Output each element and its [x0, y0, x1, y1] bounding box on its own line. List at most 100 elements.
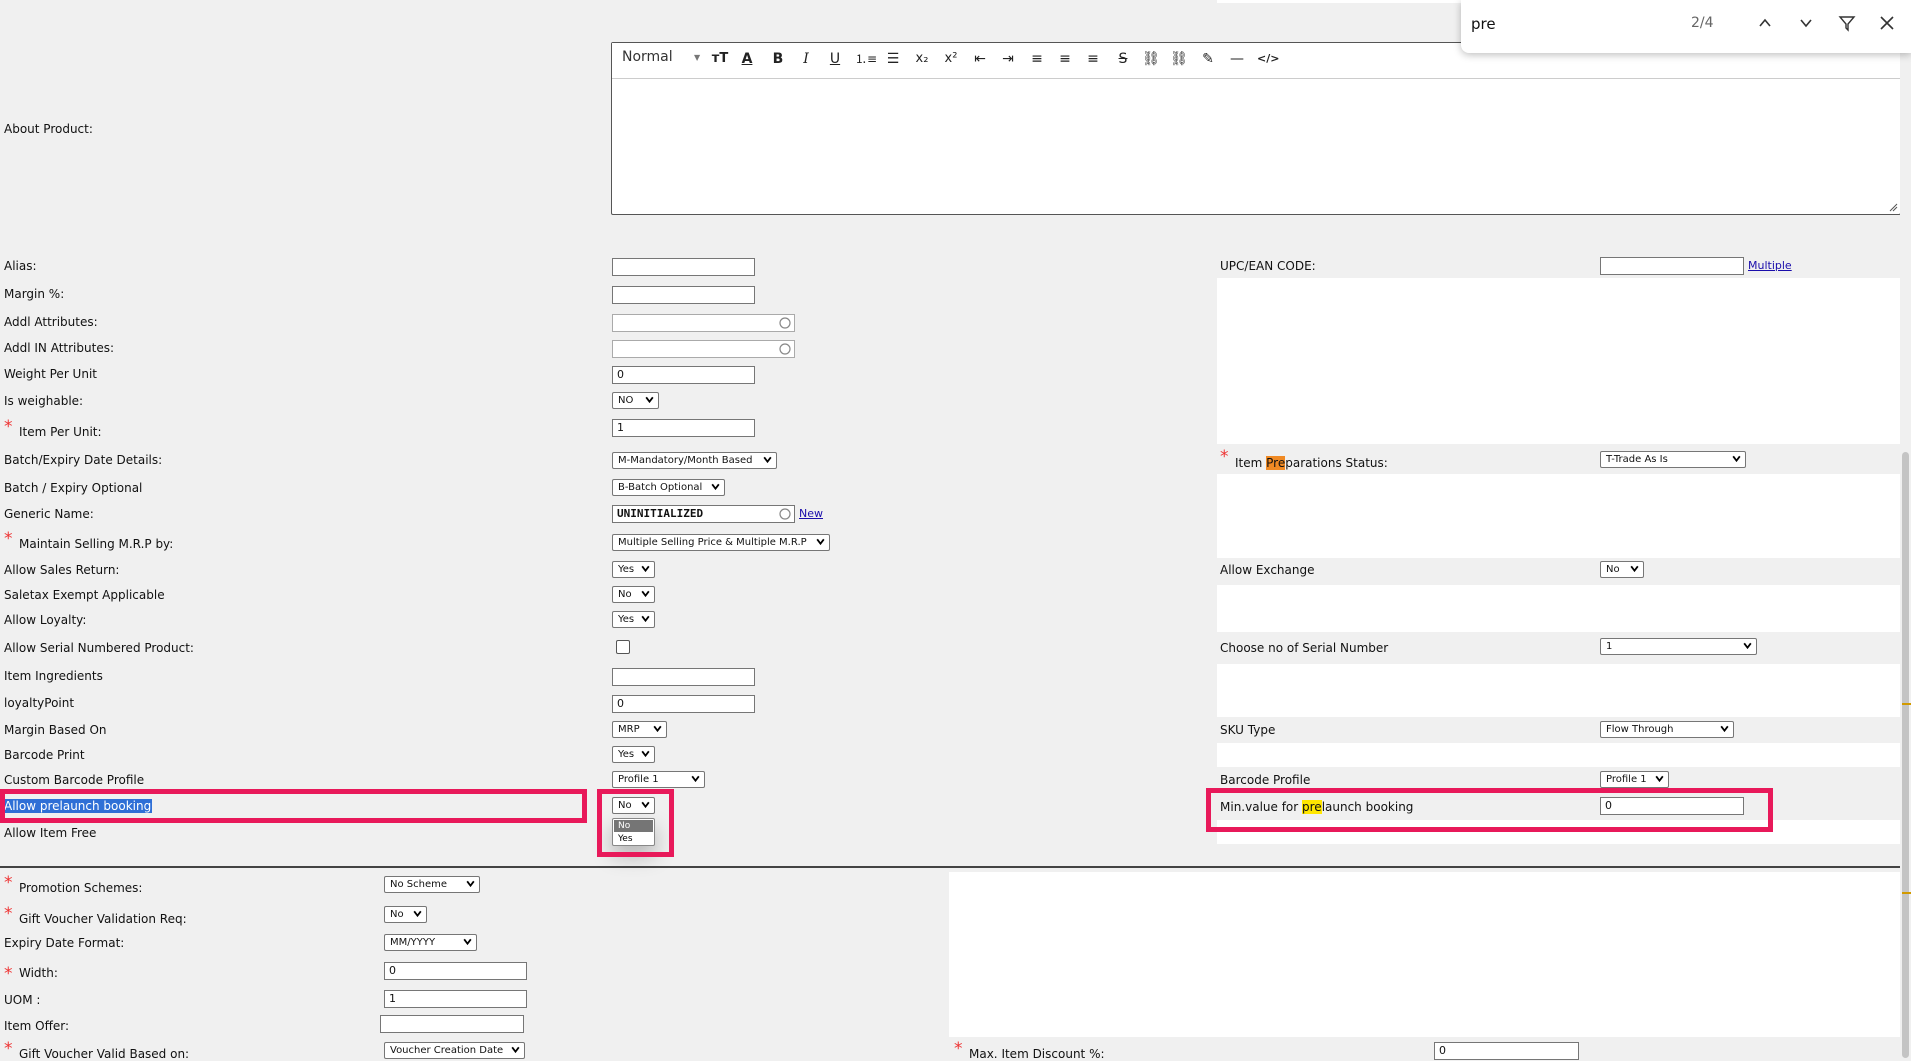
maintain-selling-mrp-select[interactable]: Multiple Selling Price & Multiple M.R.P — [612, 534, 830, 551]
allow-exchange-select[interactable]: No — [1600, 561, 1644, 578]
chevron-down-icon — [511, 1046, 520, 1054]
upc-ean-code-label: UPC/EAN CODE: — [1220, 259, 1316, 273]
filter-icon[interactable] — [1838, 14, 1856, 32]
barcode-print-select[interactable]: Yes — [612, 746, 655, 763]
required-marker: * — [1220, 447, 1229, 467]
superscript-icon[interactable]: x² — [942, 50, 960, 68]
clear-format-icon[interactable]: ✎ — [1199, 50, 1217, 68]
margin-based-on-select[interactable]: MRP — [612, 721, 667, 738]
allow-serial-numbered-checkbox[interactable] — [616, 640, 630, 654]
lookup-circle-icon[interactable] — [779, 343, 791, 355]
resize-handle-icon[interactable] — [1888, 202, 1898, 212]
margin-input[interactable] — [612, 286, 755, 304]
generic-name-label: Generic Name: — [4, 507, 94, 521]
item-preparations-status-value: T-Trade As Is — [1606, 454, 1668, 465]
format-dropdown[interactable]: Normal — [622, 49, 673, 65]
ordered-list-icon[interactable]: ⒈≡ — [855, 50, 877, 68]
gift-voucher-validation-select[interactable]: No — [384, 906, 427, 923]
allow-sales-return-value: Yes — [618, 564, 635, 575]
generic-name-input[interactable]: UNINITIALIZED — [612, 505, 795, 523]
underline-icon[interactable]: U — [826, 50, 844, 68]
loyalty-point-input[interactable]: 0 — [612, 695, 755, 713]
lookup-circle-icon[interactable] — [779, 508, 791, 520]
find-input[interactable]: pre — [1471, 13, 1721, 35]
barcode-profile-select[interactable]: Profile 1 — [1600, 771, 1669, 788]
chevron-down-icon — [466, 880, 475, 888]
gift-voucher-valid-based-select[interactable]: Voucher Creation Date — [384, 1042, 525, 1059]
alias-input[interactable] — [612, 258, 755, 276]
code-view-icon[interactable]: </> — [1257, 50, 1279, 68]
font-size-icon[interactable]: тТ — [711, 50, 729, 68]
batch-expiry-optional-select[interactable]: B-Batch Optional — [612, 479, 725, 496]
width-input[interactable]: 0 — [384, 962, 527, 980]
addl-in-attributes-input[interactable] — [612, 340, 795, 358]
batch-expiry-details-select[interactable]: M-Mandatory/Month Based — [612, 452, 777, 469]
sku-type-select[interactable]: Flow Through — [1600, 721, 1734, 738]
bold-icon[interactable]: B — [769, 50, 787, 68]
lower-right-panel — [949, 872, 1900, 1037]
weight-per-unit-input[interactable]: 0 — [612, 366, 755, 384]
upc-ean-code-input[interactable] — [1600, 257, 1744, 275]
link-icon[interactable]: ⛓ — [1142, 50, 1160, 68]
serial-number-count-label: Choose no of Serial Number — [1220, 641, 1389, 655]
item-per-unit-label: Item Per Unit: — [19, 425, 102, 439]
bullet-list-icon[interactable]: ☰ — [884, 50, 902, 68]
uom-input[interactable]: 1 — [384, 990, 527, 1008]
custom-barcode-profile-select[interactable]: Profile 1 — [612, 771, 705, 788]
item-ingredients-input[interactable] — [612, 668, 755, 686]
next-match-icon[interactable] — [1798, 15, 1814, 31]
scrollbar-thumb[interactable] — [1902, 452, 1909, 1058]
editor-content-area[interactable] — [612, 80, 1900, 214]
align-right-icon[interactable]: ≡ — [1084, 50, 1102, 68]
strikethrough-icon[interactable]: S — [1114, 50, 1132, 68]
chevron-down-icon — [653, 725, 662, 733]
max-item-discount-input[interactable]: 0 — [1434, 1042, 1579, 1060]
generic-name-new-link[interactable]: New — [799, 507, 823, 520]
subscript-icon[interactable]: x₂ — [913, 50, 931, 68]
addl-in-attributes-label: Addl IN Attributes: — [4, 341, 114, 355]
upc-multiple-link[interactable]: Multiple — [1748, 259, 1792, 272]
find-bar: pre 2/4 — [1461, 0, 1911, 53]
serial-number-count-select[interactable]: 1 — [1600, 638, 1757, 655]
align-left-icon[interactable]: ≡ — [1028, 50, 1046, 68]
allow-loyalty-select[interactable]: Yes — [612, 611, 655, 628]
chevron-down-icon — [641, 750, 650, 758]
item-offer-input[interactable] — [380, 1015, 524, 1033]
indent-increase-icon[interactable]: ⇥ — [999, 50, 1017, 68]
chevron-down-icon — [1655, 775, 1664, 783]
promotion-schemes-label: Promotion Schemes: — [19, 881, 143, 895]
saletax-exempt-select[interactable]: No — [612, 586, 655, 603]
sku-type-label: SKU Type — [1220, 723, 1276, 737]
required-marker: * — [4, 417, 13, 437]
required-marker: * — [4, 1039, 13, 1059]
horizontal-rule-icon[interactable]: — — [1228, 50, 1246, 68]
label-text: Item — [1235, 456, 1267, 470]
allow-sales-return-select[interactable]: Yes — [612, 561, 655, 578]
allow-item-free-label: Allow Item Free — [4, 826, 97, 840]
promotion-schemes-select[interactable]: No Scheme — [384, 876, 480, 893]
item-preparations-status-select[interactable]: T-Trade As Is — [1600, 451, 1746, 468]
serial-number-count-value: 1 — [1606, 641, 1613, 652]
font-color-icon[interactable]: A — [738, 50, 756, 68]
addl-attributes-input[interactable] — [612, 314, 795, 332]
expiry-date-format-select[interactable]: MM/YYYY — [384, 934, 477, 951]
close-icon[interactable] — [1879, 15, 1895, 31]
weight-per-unit-label: Weight Per Unit — [4, 367, 97, 381]
allow-exchange-value: No — [1606, 564, 1620, 575]
italic-icon[interactable]: I — [797, 50, 815, 68]
scrollbar-track[interactable] — [1900, 0, 1911, 1058]
chevron-down-icon — [711, 483, 720, 491]
promotion-schemes-value: No Scheme — [390, 879, 448, 890]
item-per-unit-input[interactable]: 1 — [612, 419, 755, 437]
batch-expiry-details-value: M-Mandatory/Month Based — [618, 455, 753, 466]
lookup-circle-icon[interactable] — [779, 317, 791, 329]
align-center-icon[interactable]: ≡ — [1056, 50, 1074, 68]
barcode-print-value: Yes — [618, 749, 635, 760]
unlink-icon[interactable]: ⛓ — [1170, 50, 1188, 68]
previous-match-icon[interactable] — [1757, 15, 1773, 31]
is-weighable-select[interactable]: NO — [612, 392, 659, 409]
allow-sales-return-label: Allow Sales Return: — [4, 563, 120, 577]
sku-type-value: Flow Through — [1606, 724, 1674, 735]
indent-decrease-icon[interactable]: ⇤ — [971, 50, 989, 68]
highlight-box-min-value — [1206, 788, 1773, 832]
